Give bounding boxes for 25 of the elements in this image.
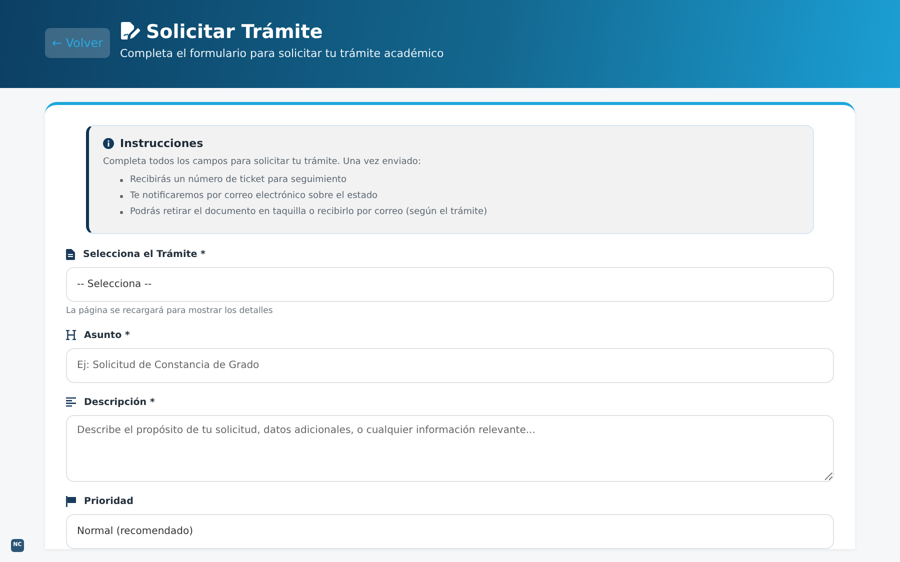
instruction-item: Podrás retirar el documento en taquilla o recibirlo por correo (según el trámite)	[130, 206, 488, 219]
field-label: Prioridad	[84, 496, 134, 506]
select-field[interactable]: -- Selecciona --	[66, 267, 834, 302]
flag-icon	[66, 496, 76, 506]
field-label: Selecciona el Trámite *	[83, 248, 206, 260]
instructions-title: Instrucciones	[120, 137, 204, 150]
textarea-field[interactable]: Describe el propósito de tu solicitud, datos adicionales, o cualquier información relevante...	[66, 415, 834, 482]
instruction-item: Te notificaremos por correo electrónico sobre el estado	[130, 190, 378, 203]
field-hint: La página se recargará para mostrar los detalles	[66, 306, 274, 316]
page-subtitle: Completa el formulario para solicitar tu trámite académico	[120, 46, 444, 60]
field-label: Descripción *	[84, 396, 155, 408]
document-icon	[66, 248, 75, 260]
instruction-item: Recibirás un número de ticket para seguimiento	[130, 174, 347, 187]
align-left-icon	[66, 397, 76, 407]
input-field[interactable]: Ej: Solicitud de Constancia de Grado	[66, 348, 834, 383]
document-pen-icon	[120, 22, 140, 42]
bullet-icon	[120, 194, 123, 198]
field-label: Asunto *	[84, 330, 130, 340]
select-field[interactable]: Normal (recomendado)	[66, 514, 834, 549]
info-icon	[103, 138, 114, 149]
instructions-text: Completa todos los campos para solicitar tu trámite. Una vez enviado:	[103, 157, 422, 167]
bullet-icon	[120, 178, 123, 182]
heading-icon	[66, 330, 76, 340]
bullet-icon	[120, 210, 123, 214]
page-title: Solicitar Trámite	[146, 20, 323, 42]
